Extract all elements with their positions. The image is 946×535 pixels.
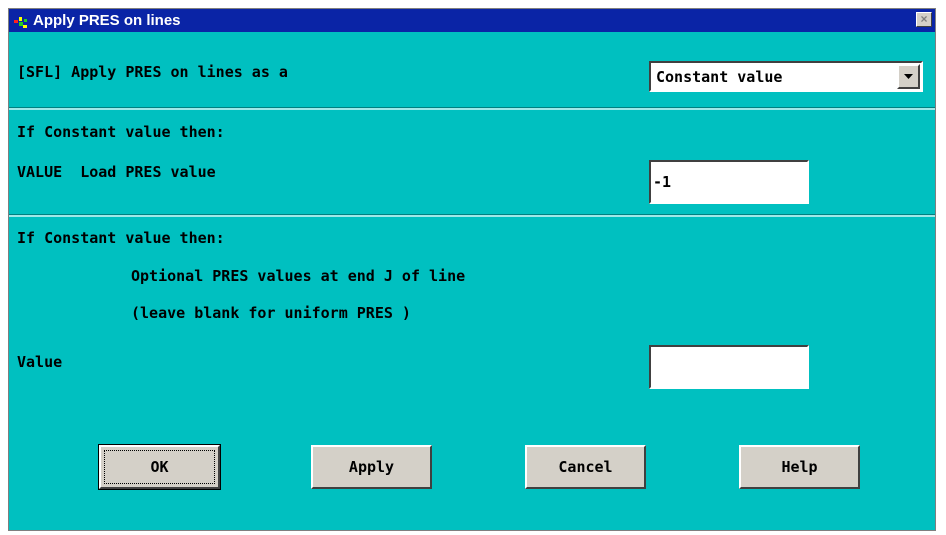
section-divider	[9, 108, 935, 110]
ok-button[interactable]: OK	[98, 444, 221, 490]
load-pres-value-label: VALUE Load PRES value	[17, 163, 216, 181]
constant-value-heading-2: If Constant value then:	[17, 229, 225, 247]
section-divider	[9, 215, 935, 217]
optional-pres-text: Optional PRES values at end J of line	[131, 267, 466, 285]
load-pres-value-input[interactable]	[649, 160, 809, 204]
apply-button[interactable]: Apply	[311, 445, 432, 489]
apply-as-select[interactable]: Constant value	[649, 61, 923, 92]
ansys-app-icon	[14, 14, 28, 28]
help-button[interactable]: Help	[739, 445, 860, 489]
title-bar[interactable]: Apply PRES on lines ×	[9, 9, 935, 32]
sfl-label: [SFL] Apply PRES on lines as a	[17, 63, 288, 81]
chevron-down-icon[interactable]	[897, 64, 920, 89]
window-title: Apply PRES on lines	[33, 12, 181, 29]
apply-as-select-value: Constant value	[656, 68, 783, 86]
cancel-button[interactable]: Cancel	[525, 445, 646, 489]
close-icon[interactable]: ×	[916, 12, 932, 27]
dialog-window: Apply PRES on lines × [SFL] Apply PRES o…	[8, 8, 936, 531]
end-j-value-input[interactable]	[649, 345, 809, 389]
leave-blank-hint: (leave blank for uniform PRES )	[131, 304, 411, 322]
constant-value-heading: If Constant value then:	[17, 123, 225, 141]
value-label: Value	[17, 353, 63, 371]
